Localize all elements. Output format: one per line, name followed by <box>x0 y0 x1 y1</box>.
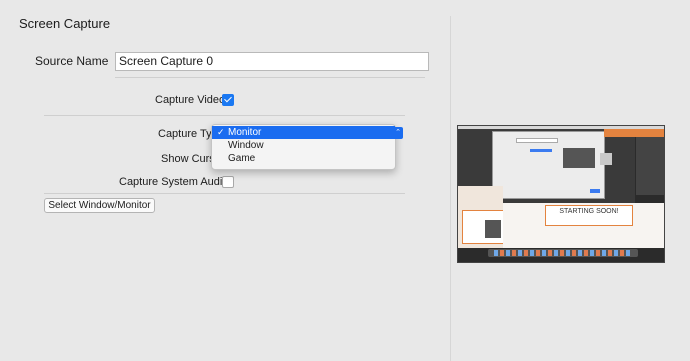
capture-video-checkbox[interactable] <box>222 94 234 106</box>
preview-dialog-field <box>516 138 558 143</box>
preview-dock-icons <box>494 250 632 256</box>
option-label: Monitor <box>228 127 262 138</box>
source-name-label: Source Name <box>35 54 109 68</box>
preview-dialog-blue <box>530 149 552 152</box>
capture-type-label: Capture Typ <box>158 128 218 140</box>
select-window-monitor-button[interactable]: Select Window/Monitor <box>44 198 155 213</box>
preview-orange-bar <box>604 129 664 137</box>
dropdown-option-monitor[interactable]: ✓ Monitor <box>212 126 395 139</box>
capture-type-dropdown[interactable]: ✓ Monitor Window Game <box>211 124 396 170</box>
dropdown-option-window[interactable]: Window <box>212 139 395 152</box>
option-label: Game <box>228 153 256 164</box>
preview-side-thumb <box>600 153 612 165</box>
divider <box>44 115 405 116</box>
capture-audio-checkbox[interactable] <box>222 176 234 188</box>
dropdown-option-game[interactable]: Game <box>212 152 395 165</box>
capture-preview: STARTING SOON! <box>457 125 665 263</box>
preview-profile-photo <box>485 220 501 238</box>
capture-video-label: Capture Video <box>155 94 226 106</box>
vertical-separator <box>450 16 451 361</box>
checkmark-icon: ✓ <box>217 127 225 137</box>
dropdown-chevron-icon[interactable]: ⌃ <box>393 127 403 139</box>
preview-banner: STARTING SOON! <box>545 205 633 226</box>
preview-right-panel <box>636 129 664 195</box>
panel-title: Screen Capture <box>19 16 111 31</box>
option-label: Window <box>228 140 264 151</box>
capture-audio-label: Capture System Audio <box>119 176 229 188</box>
source-name-input[interactable]: Screen Capture 0 <box>115 52 429 71</box>
divider <box>44 193 405 194</box>
preview-dialog-ok <box>590 189 600 193</box>
preview-dialog-thumb <box>563 148 595 168</box>
divider <box>115 77 425 78</box>
